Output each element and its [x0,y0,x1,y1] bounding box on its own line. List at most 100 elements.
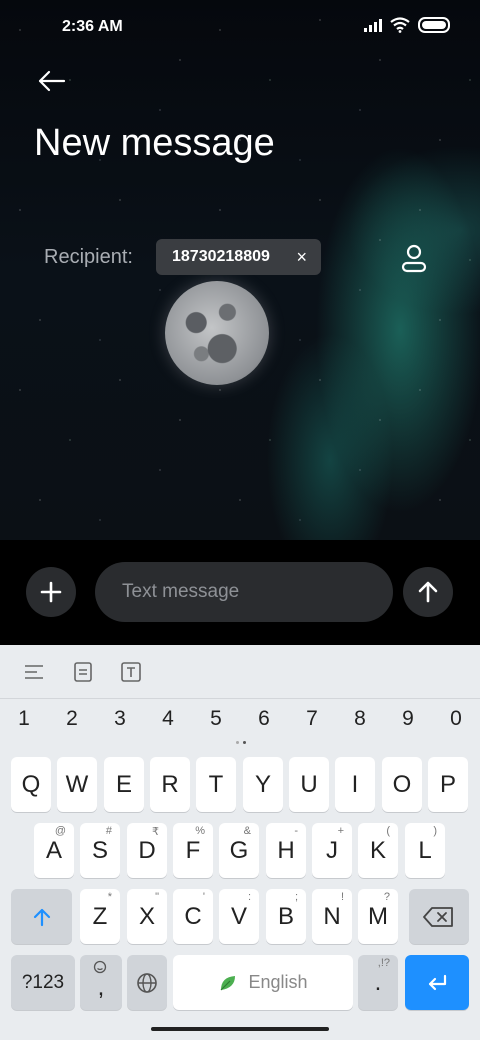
back-arrow-icon[interactable] [34,64,68,98]
remove-recipient-button[interactable]: × [296,247,307,268]
key-label: N [323,902,341,930]
key-label: T [208,770,224,798]
key-e[interactable]: E [104,757,144,812]
key-7[interactable]: 7 [288,707,336,731]
key-x[interactable]: " X [127,889,167,944]
backspace-icon [423,906,453,927]
text-format-icon[interactable] [120,661,142,683]
key-g[interactable]: & G [219,823,259,878]
key-q[interactable]: Q [11,757,51,812]
key-label: O [392,770,412,798]
key-label: ?123 [21,971,65,993]
key-l[interactable]: ) L [405,823,445,878]
key-u[interactable]: U [289,757,329,812]
key-k[interactable]: (K [358,823,398,878]
contact-picker-icon[interactable] [398,242,430,274]
key-v[interactable]: :V [219,889,259,944]
key-m[interactable]: ? M [358,889,398,944]
key-h[interactable]: -H [266,823,306,878]
key-hint: & [243,825,251,837]
key-z[interactable]: * Z [80,889,120,944]
key-label: I [351,770,359,798]
key-label: G [229,836,249,864]
key-label: M [368,902,388,930]
key-s[interactable]: # S [80,823,120,878]
recipient-chip[interactable]: 18730218809 × [156,239,321,275]
key-label: V [230,902,247,930]
message-input[interactable] [95,562,393,622]
key-i[interactable]: I [335,757,375,812]
comma-emoji-key[interactable]: , [80,955,122,1010]
key-hint: % [195,825,205,837]
key-5[interactable]: 5 [192,707,240,731]
number-row: 1 2 3 4 5 6 7 8 9 0 [0,707,480,737]
key-8[interactable]: 8 [336,707,384,731]
key-hint: ' [202,891,205,903]
key-n[interactable]: ! N [312,889,352,944]
key-b[interactable]: ; B [266,889,306,944]
send-button[interactable] [403,567,453,617]
text-align-icon[interactable] [23,661,45,683]
moon-image [165,281,269,385]
enter-icon [428,974,447,990]
key-a[interactable]: @ A [34,823,74,878]
key-label: W [65,770,89,798]
key-1[interactable]: 1 [0,707,48,731]
leaf-icon [221,975,236,990]
key-label: H [277,836,295,864]
key-label: P [439,770,456,798]
key-6[interactable]: 6 [240,707,288,731]
key-label: L [418,836,432,864]
key-label: A [45,836,62,864]
key-label: K [369,836,386,864]
key-r[interactable]: R [150,757,190,812]
key-hint: " [155,891,159,903]
key-p[interactable]: P [428,757,468,812]
key-9[interactable]: 9 [384,707,432,731]
key-label: F [185,836,201,864]
key-j[interactable]: + J [312,823,352,878]
add-attachment-button[interactable] [26,567,76,617]
key-label: B [277,902,294,930]
enter-key[interactable] [405,955,469,1010]
shift-key[interactable] [11,889,72,944]
home-indicator[interactable] [151,1027,329,1031]
key-2[interactable]: 2 [48,707,96,731]
plus-icon [40,581,62,603]
key-w[interactable]: W [57,757,97,812]
key-4[interactable]: 4 [144,707,192,731]
key-label: Y [254,770,271,798]
signal-icon [364,18,382,32]
key-d[interactable]: ₹ D [127,823,167,878]
key-hint: ,!? [377,957,390,969]
key-hint: ( [386,825,390,837]
period-key[interactable]: ,!?. [358,955,398,1010]
key-label: C [184,902,202,930]
shift-arrow-icon [33,908,50,926]
key-label: J [326,836,338,864]
battery-icon [418,17,450,33]
key-t[interactable]: T [196,757,236,812]
backspace-key[interactable] [409,889,469,944]
key-label: Z [92,902,108,930]
status-time: 2:36 AM [62,18,123,35]
key-label: , [97,973,105,1001]
key-c[interactable]: ' C [173,889,213,944]
space-key[interactable]: English [173,955,353,1010]
key-o[interactable]: O [382,757,422,812]
language-key[interactable] [127,955,167,1010]
key-y[interactable]: Y [243,757,283,812]
clipboard-icon[interactable] [72,661,94,683]
key-0[interactable]: 0 [432,707,480,731]
key-label: X [138,902,155,930]
key-label: U [300,770,318,798]
key-3[interactable]: 3 [96,707,144,731]
symbols-key[interactable]: ?123 [11,955,75,1010]
key-label: R [161,770,179,798]
key-hint: + [337,825,344,837]
key-hint: * [107,891,112,903]
key-hint: : [247,891,251,903]
key-label: D [138,836,156,864]
arrow-up-icon [418,581,438,603]
key-f[interactable]: % F [173,823,213,878]
